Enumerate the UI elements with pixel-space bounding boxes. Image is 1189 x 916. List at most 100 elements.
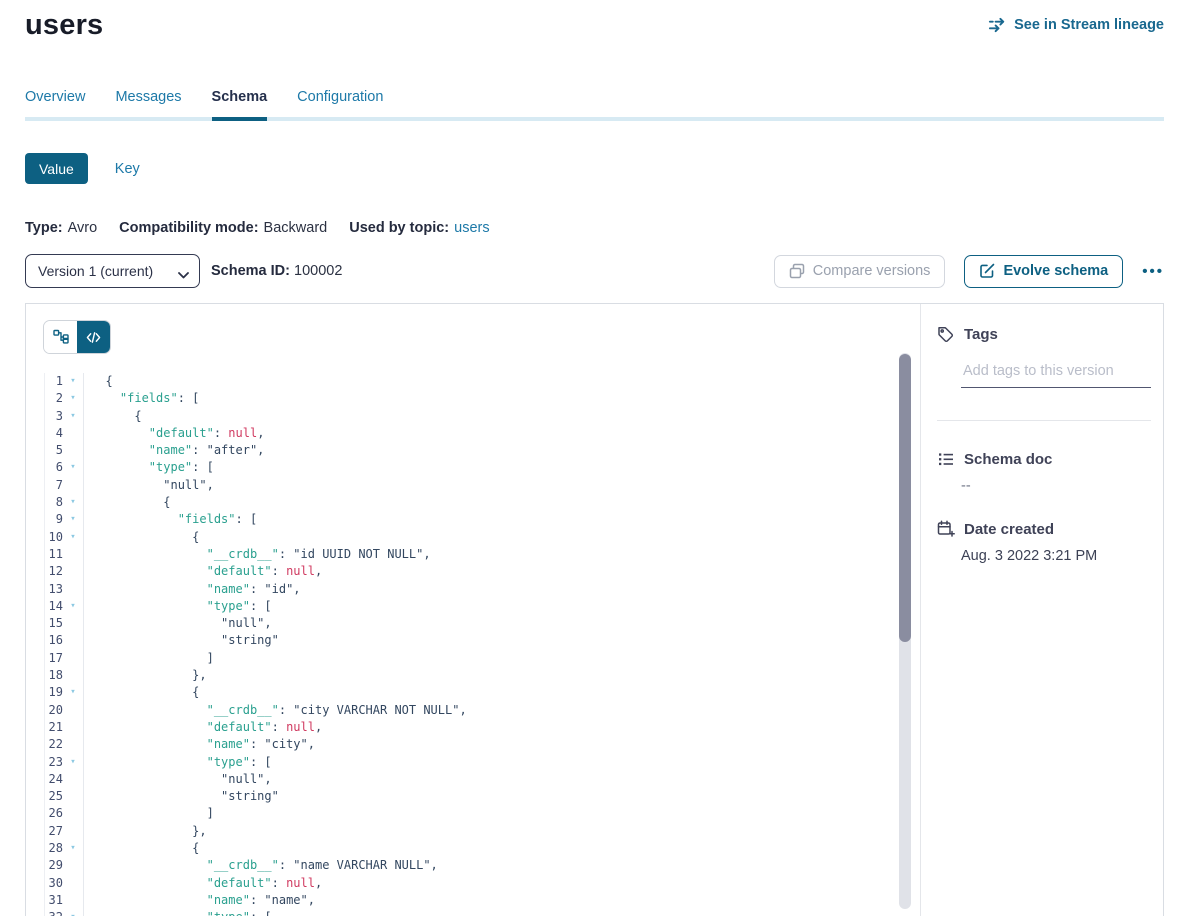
meta-value-link[interactable]: users [454,220,489,236]
code-line-content: }, [83,667,207,684]
meta-value: Avro [68,220,98,236]
code-line-content: "default": null, [83,563,322,580]
evolve-schema-icon [979,263,995,279]
fold-arrow-icon [63,581,83,598]
page-header: users See in Stream lineage [25,0,1164,42]
tree-view-button[interactable] [44,321,77,353]
line-number: 15 [26,615,63,632]
fold-arrow-icon[interactable]: ▾ [63,494,83,511]
version-select-wrap: Version 1 (current) [25,254,200,288]
value-key-toggle: Value Key [25,153,1164,184]
sidebar-divider [937,420,1151,421]
code-line-content: "default": null, [83,719,322,736]
add-tags-input[interactable] [961,362,1151,380]
code-view-icon [86,330,101,345]
code-line: 7 "null", [26,477,920,494]
tab-configuration[interactable]: Configuration [297,89,383,117]
line-number: 25 [26,788,63,805]
fold-arrow-icon[interactable]: ▾ [63,909,83,916]
key-toggle-button[interactable]: Key [115,161,140,177]
tab-overview[interactable]: Overview [25,89,85,117]
fold-arrow-icon [63,477,83,494]
line-number: 18 [26,667,63,684]
fold-arrow-icon [63,702,83,719]
schema-doc-value: -- [961,478,1151,494]
fold-arrow-icon[interactable]: ▾ [63,840,83,857]
calendar-plus-icon [937,520,955,538]
line-number: 30 [26,875,63,892]
code-line-content: { [83,494,170,511]
code-line-content: "name": "after", [83,442,264,459]
fold-arrow-icon[interactable]: ▾ [63,598,83,615]
line-number: 10 [26,529,63,546]
code-line: 23▾ "type": [ [26,754,920,771]
line-number: 7 [26,477,63,494]
line-number: 5 [26,442,63,459]
line-number: 9 [26,511,63,528]
controls-right: Compare versions Evolve schema ••• [774,255,1164,288]
tree-view-icon [53,329,69,345]
code-line: 17 ] [26,650,920,667]
code-line: 3▾ { [26,408,920,425]
compare-versions-label: Compare versions [813,263,931,279]
evolve-schema-button[interactable]: Evolve schema [964,255,1123,288]
fold-arrow-icon[interactable]: ▾ [63,684,83,701]
fold-arrow-icon[interactable]: ▾ [63,529,83,546]
code-line-content: }, [83,823,207,840]
fold-arrow-icon[interactable]: ▾ [63,511,83,528]
line-number: 23 [26,754,63,771]
version-select[interactable]: Version 1 (current) [25,254,200,288]
code-line-content: "string" [83,788,279,805]
value-toggle-button[interactable]: Value [25,153,88,184]
schema-code-editor[interactable]: 1▾ {2▾ "fields": [3▾ {4 "default": null,… [26,373,920,916]
tab-messages[interactable]: Messages [115,89,181,117]
meta-item: Used by topic: users [349,220,489,236]
fold-arrow-icon[interactable]: ▾ [63,754,83,771]
fold-arrow-icon [63,425,83,442]
meta-label: Compatibility mode: [119,220,258,236]
schema-sidebar: Tags Schema doc -- [920,304,1164,916]
tags-section-heading: Tags [937,325,1151,343]
code-line-content: "default": null, [83,875,322,892]
fold-arrow-icon[interactable]: ▾ [63,408,83,425]
tab-schema[interactable]: Schema [212,89,268,117]
line-number: 6 [26,459,63,476]
schema-page: users See in Stream lineage Overview Mess… [0,0,1189,916]
line-number: 19 [26,684,63,701]
line-number: 31 [26,892,63,909]
line-number: 3 [26,408,63,425]
code-line-content: { [83,529,199,546]
line-number: 2 [26,390,63,407]
fold-arrow-icon [63,788,83,805]
code-view-button[interactable] [77,321,110,353]
fold-arrow-icon [63,857,83,874]
code-scrollbar-thumb[interactable] [899,354,911,642]
fold-arrow-icon[interactable]: ▾ [63,373,83,390]
fold-arrow-icon[interactable]: ▾ [63,390,83,407]
code-line: 21 "default": null, [26,719,920,736]
fold-arrow-icon [63,719,83,736]
more-options-button[interactable]: ••• [1142,263,1164,280]
code-line: 18 }, [26,667,920,684]
code-line-content: "type": [ [83,754,272,771]
tags-heading-label: Tags [964,326,998,343]
compare-versions-button[interactable]: Compare versions [774,255,946,288]
fold-arrow-icon [63,771,83,788]
evolve-schema-label: Evolve schema [1003,263,1108,279]
code-line: 13 "name": "id", [26,581,920,598]
meta-value: Backward [264,220,328,236]
fold-arrow-icon[interactable]: ▾ [63,459,83,476]
meta-label: Used by topic: [349,220,449,236]
code-line: 8▾ { [26,494,920,511]
code-line: 19▾ { [26,684,920,701]
controls-left: Version 1 (current) Schema ID: 100002 [25,254,342,288]
code-line: 4 "default": null, [26,425,920,442]
code-line: 22 "name": "city", [26,736,920,753]
line-number: 11 [26,546,63,563]
stream-lineage-label: See in Stream lineage [1014,17,1164,33]
code-scrollbar[interactable] [899,353,911,909]
line-number: 14 [26,598,63,615]
line-number: 4 [26,425,63,442]
stream-lineage-link[interactable]: See in Stream lineage [988,17,1164,33]
code-line-content: "name": "id", [83,581,301,598]
